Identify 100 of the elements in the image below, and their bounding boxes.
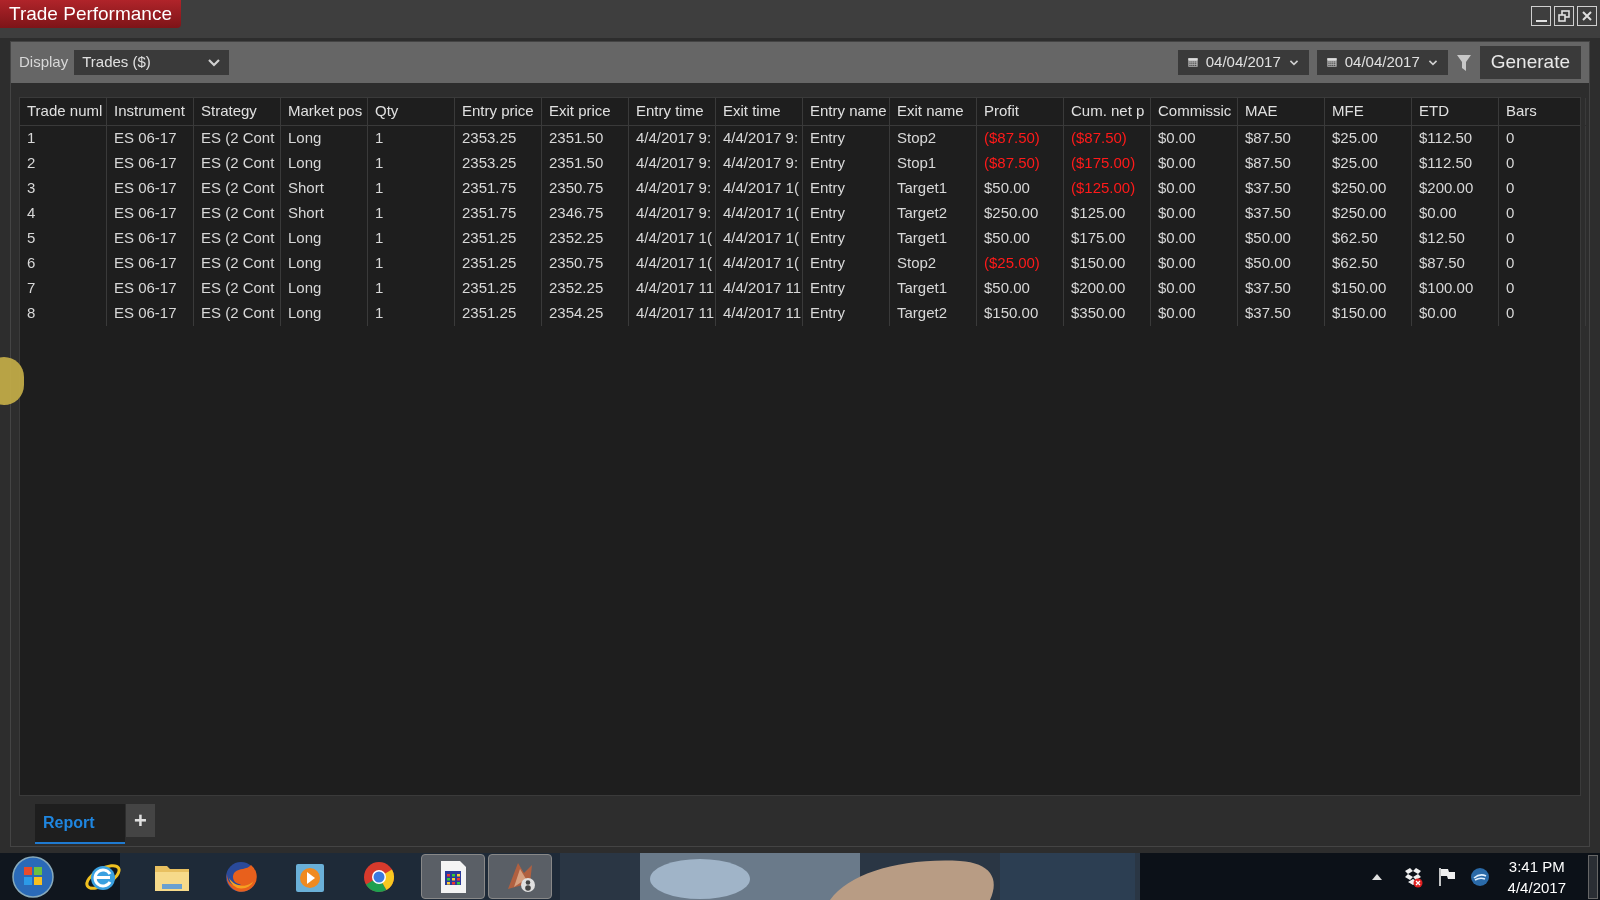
table-cell: ES 06-17 xyxy=(107,176,194,201)
table-cell: 2350.75 xyxy=(542,251,629,276)
taskbar-window-button[interactable] xyxy=(488,854,552,899)
table-cell: 2 xyxy=(20,151,107,176)
table-cell: ($87.50) xyxy=(1064,126,1151,151)
app-tray-icon[interactable] xyxy=(1469,866,1490,887)
table-cell: Stop2 xyxy=(890,251,977,276)
table-cell: 2351.75 xyxy=(455,201,542,226)
table-cell: $50.00 xyxy=(1238,226,1325,251)
chevron-icon xyxy=(207,57,222,68)
column-header[interactable]: ETD xyxy=(1412,98,1499,125)
table-cell: 4/4/2017 9: xyxy=(716,126,803,151)
column-header[interactable]: Entry name xyxy=(803,98,890,125)
table-cell: Long xyxy=(281,126,368,151)
table-cell: Long xyxy=(281,226,368,251)
table-cell: Long xyxy=(281,301,368,326)
column-header[interactable]: Exit time xyxy=(716,98,803,125)
table-cell: 1 xyxy=(368,251,455,276)
taskbar-window-button[interactable] xyxy=(421,854,485,899)
table-cell: 4/4/2017 1( xyxy=(629,251,716,276)
table-cell: $150.00 xyxy=(1325,276,1412,301)
column-header[interactable]: Instrument xyxy=(107,98,194,125)
column-header[interactable]: Strategy xyxy=(194,98,281,125)
table-cell: ES (2 Cont xyxy=(194,176,281,201)
flag-icon[interactable] xyxy=(1437,866,1456,887)
table-cell: $150.00 xyxy=(977,301,1064,326)
column-header[interactable]: Entry time xyxy=(629,98,716,125)
table-cell: 0 xyxy=(1499,176,1586,201)
table-cell: Entry xyxy=(803,176,890,201)
table-cell: ES (2 Cont xyxy=(194,276,281,301)
table-cell: ES 06-17 xyxy=(107,226,194,251)
table-cell: Long xyxy=(281,251,368,276)
table-cell: 1 xyxy=(368,301,455,326)
table-cell: 2351.25 xyxy=(455,301,542,326)
column-header[interactable]: Trade numl xyxy=(20,98,107,125)
table-cell: ($87.50) xyxy=(977,126,1064,151)
table-cell: 2352.25 xyxy=(542,226,629,251)
column-header[interactable]: MFE xyxy=(1325,98,1412,125)
column-header[interactable]: Exit name xyxy=(890,98,977,125)
table-cell: 0 xyxy=(1499,126,1586,151)
start-date-picker[interactable]: 04/04/2017 xyxy=(1177,50,1309,75)
column-header[interactable]: Commissic xyxy=(1151,98,1238,125)
end-date-picker[interactable]: 04/04/2017 xyxy=(1316,50,1448,75)
calendar-icon xyxy=(1326,56,1337,69)
restore-button[interactable] xyxy=(1554,6,1574,26)
table-cell: $0.00 xyxy=(1151,226,1238,251)
table-cell: 4/4/2017 9: xyxy=(629,126,716,151)
generate-button[interactable]: Generate xyxy=(1479,46,1581,79)
table-cell: $150.00 xyxy=(1325,301,1412,326)
table-cell: $12.50 xyxy=(1412,226,1499,251)
table-cell: ES (2 Cont xyxy=(194,301,281,326)
table-cell: 4/4/2017 1( xyxy=(716,201,803,226)
close-button[interactable] xyxy=(1577,6,1597,26)
table-cell: $25.00 xyxy=(1325,151,1412,176)
table-cell: 2352.25 xyxy=(542,276,629,301)
filter-icon[interactable] xyxy=(1455,52,1472,73)
display-dropdown[interactable]: Trades ($) xyxy=(74,50,230,75)
table-cell: $125.00 xyxy=(1064,201,1151,226)
table-cell: 4/4/2017 9: xyxy=(716,151,803,176)
table-cell: $62.50 xyxy=(1325,251,1412,276)
table-cell: $0.00 xyxy=(1151,126,1238,151)
column-header[interactable]: Qty xyxy=(368,98,455,125)
table-cell: ($175.00) xyxy=(1064,151,1151,176)
table-cell: 1 xyxy=(20,126,107,151)
show-desktop-button[interactable] xyxy=(1588,854,1598,899)
start-button[interactable] xyxy=(11,854,55,899)
table-cell: Target2 xyxy=(890,301,977,326)
table-cell: $62.50 xyxy=(1325,226,1412,251)
column-header[interactable]: MAE xyxy=(1238,98,1325,125)
tray-expand-icon[interactable] xyxy=(1371,873,1382,880)
table-cell: Target1 xyxy=(890,276,977,301)
table-cell: $100.00 xyxy=(1412,276,1499,301)
column-header[interactable]: Entry price xyxy=(455,98,542,125)
restore-icon xyxy=(1558,10,1570,22)
report-tab[interactable]: Report xyxy=(35,804,125,844)
column-header[interactable]: Bars xyxy=(1499,98,1586,125)
column-header[interactable]: Cum. net p xyxy=(1064,98,1151,125)
table-cell: Entry xyxy=(803,301,890,326)
table-cell: 4/4/2017 1( xyxy=(716,176,803,201)
table-cell: $0.00 xyxy=(1412,201,1499,226)
table-cell: 2351.75 xyxy=(455,176,542,201)
table-cell: 8 xyxy=(20,301,107,326)
table-cell: $0.00 xyxy=(1151,251,1238,276)
add-tab-button[interactable]: + xyxy=(126,804,155,837)
display-label: Display xyxy=(19,52,69,73)
table-cell: $150.00 xyxy=(1064,251,1151,276)
table-cell: $0.00 xyxy=(1151,201,1238,226)
table-cell: 2350.75 xyxy=(542,176,629,201)
column-header[interactable]: Profit xyxy=(977,98,1064,125)
minimize-button[interactable] xyxy=(1531,6,1551,26)
table-cell: 2351.50 xyxy=(542,151,629,176)
column-header[interactable]: Exit price xyxy=(542,98,629,125)
table-cell: Entry xyxy=(803,226,890,251)
table-cell: $0.00 xyxy=(1412,301,1499,326)
column-header[interactable]: Market pos xyxy=(281,98,368,125)
table-cell: $250.00 xyxy=(1325,201,1412,226)
table-cell: $37.50 xyxy=(1238,176,1325,201)
table-cell: $0.00 xyxy=(1151,276,1238,301)
table-cell: 1 xyxy=(368,176,455,201)
table-cell: $25.00 xyxy=(1325,126,1412,151)
